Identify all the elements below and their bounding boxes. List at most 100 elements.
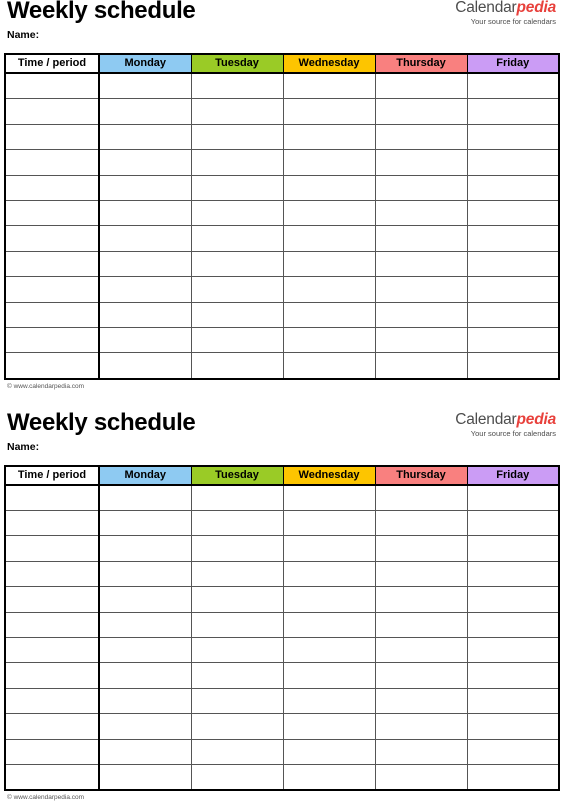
cell-day[interactable] xyxy=(467,175,559,201)
cell-day[interactable] xyxy=(99,535,192,562)
cell-day[interactable] xyxy=(283,225,376,252)
cell-day[interactable] xyxy=(283,276,376,303)
cell-day[interactable] xyxy=(467,73,559,100)
cell-day[interactable] xyxy=(99,352,192,379)
cell-day[interactable] xyxy=(99,586,192,613)
cell-day[interactable] xyxy=(283,561,376,588)
cell-day[interactable] xyxy=(283,149,376,176)
cell-day[interactable] xyxy=(99,98,192,125)
cell-day[interactable] xyxy=(375,764,468,791)
cell-day[interactable] xyxy=(191,98,284,125)
cell-day[interactable] xyxy=(375,98,468,125)
cell-day[interactable] xyxy=(191,251,284,278)
cell-day[interactable] xyxy=(191,688,284,715)
cell-day[interactable] xyxy=(375,175,468,201)
cell-day[interactable] xyxy=(467,200,559,227)
cell-day[interactable] xyxy=(99,149,192,176)
cell-day[interactable] xyxy=(375,251,468,278)
cell-day[interactable] xyxy=(467,688,559,715)
cell-day[interactable] xyxy=(375,200,468,227)
cell-day[interactable] xyxy=(191,352,284,379)
cell-day[interactable] xyxy=(191,535,284,562)
cell-time[interactable] xyxy=(5,688,100,715)
cell-day[interactable] xyxy=(191,149,284,176)
cell-time[interactable] xyxy=(5,73,100,100)
cell-time[interactable] xyxy=(5,612,100,639)
cell-day[interactable] xyxy=(99,739,192,765)
cell-day[interactable] xyxy=(467,561,559,588)
cell-day[interactable] xyxy=(99,662,192,689)
cell-day[interactable] xyxy=(283,586,376,613)
cell-day[interactable] xyxy=(191,124,284,151)
cell-day[interactable] xyxy=(99,225,192,252)
cell-day[interactable] xyxy=(375,612,468,639)
cell-day[interactable] xyxy=(283,98,376,125)
cell-time[interactable] xyxy=(5,302,100,328)
cell-day[interactable] xyxy=(99,124,192,151)
cell-day[interactable] xyxy=(467,612,559,639)
cell-day[interactable] xyxy=(375,276,468,303)
cell-day[interactable] xyxy=(283,688,376,715)
cell-day[interactable] xyxy=(467,662,559,689)
cell-day[interactable] xyxy=(467,637,559,664)
cell-day[interactable] xyxy=(99,302,192,328)
cell-day[interactable] xyxy=(191,200,284,227)
cell-day[interactable] xyxy=(191,276,284,303)
cell-day[interactable] xyxy=(467,149,559,176)
cell-day[interactable] xyxy=(283,764,376,791)
cell-day[interactable] xyxy=(467,302,559,328)
cell-time[interactable] xyxy=(5,637,100,664)
cell-day[interactable] xyxy=(191,662,284,689)
cell-time[interactable] xyxy=(5,535,100,562)
cell-day[interactable] xyxy=(467,225,559,252)
cell-day[interactable] xyxy=(99,612,192,639)
cell-day[interactable] xyxy=(375,302,468,328)
cell-day[interactable] xyxy=(375,73,468,100)
cell-day[interactable] xyxy=(375,484,468,512)
cell-day[interactable] xyxy=(99,561,192,588)
cell-day[interactable] xyxy=(467,713,559,740)
cell-day[interactable] xyxy=(467,484,559,512)
cell-day[interactable] xyxy=(191,764,284,791)
cell-time[interactable] xyxy=(5,561,100,588)
cell-day[interactable] xyxy=(99,688,192,715)
cell-day[interactable] xyxy=(283,200,376,227)
cell-time[interactable] xyxy=(5,98,100,125)
cell-day[interactable] xyxy=(283,327,376,354)
cell-time[interactable] xyxy=(5,352,100,379)
cell-day[interactable] xyxy=(191,637,284,664)
cell-day[interactable] xyxy=(375,352,468,379)
cell-day[interactable] xyxy=(191,225,284,252)
cell-time[interactable] xyxy=(5,484,100,512)
cell-day[interactable] xyxy=(191,73,284,100)
cell-time[interactable] xyxy=(5,764,100,791)
cell-day[interactable] xyxy=(375,225,468,252)
cell-time[interactable] xyxy=(5,149,100,176)
cell-day[interactable] xyxy=(283,713,376,740)
cell-time[interactable] xyxy=(5,251,100,278)
cell-day[interactable] xyxy=(467,124,559,151)
cell-day[interactable] xyxy=(99,764,192,791)
cell-day[interactable] xyxy=(467,327,559,354)
cell-day[interactable] xyxy=(375,637,468,664)
cell-day[interactable] xyxy=(467,251,559,278)
cell-day[interactable] xyxy=(99,73,192,100)
cell-time[interactable] xyxy=(5,662,100,689)
cell-day[interactable] xyxy=(375,124,468,151)
cell-day[interactable] xyxy=(191,510,284,537)
cell-day[interactable] xyxy=(283,302,376,328)
cell-day[interactable] xyxy=(375,713,468,740)
cell-day[interactable] xyxy=(191,175,284,201)
cell-day[interactable] xyxy=(191,302,284,328)
cell-day[interactable] xyxy=(283,510,376,537)
cell-day[interactable] xyxy=(283,251,376,278)
cell-day[interactable] xyxy=(191,327,284,354)
cell-day[interactable] xyxy=(283,662,376,689)
cell-day[interactable] xyxy=(283,352,376,379)
cell-day[interactable] xyxy=(467,535,559,562)
cell-day[interactable] xyxy=(99,276,192,303)
cell-day[interactable] xyxy=(283,73,376,100)
cell-day[interactable] xyxy=(99,175,192,201)
cell-day[interactable] xyxy=(191,561,284,588)
cell-day[interactable] xyxy=(99,327,192,354)
